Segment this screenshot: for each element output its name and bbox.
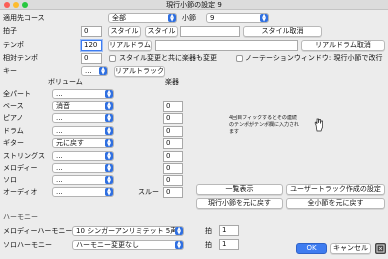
solo-beat-input[interactable]: 1 (219, 239, 239, 250)
measure-label: 小節 (182, 14, 196, 22)
melody-harmony-label: メロディーハーモニー (3, 227, 73, 235)
harmony-section-label: ハーモニー (3, 213, 38, 221)
part-volume-select[interactable]: ... ▲ ▼ (52, 113, 114, 123)
ok-button[interactable]: OK (296, 243, 327, 254)
time-sig-label: 拍子 (3, 27, 17, 35)
part-label: ドラム (3, 127, 24, 135)
realdrum-name-field (155, 40, 298, 51)
key-label: キー (3, 67, 17, 75)
time-sig-input[interactable]: 0 (81, 26, 102, 37)
relative-tempo-label: 相対テンポ (3, 54, 38, 62)
list-view-button[interactable]: 一覧表示 (196, 184, 283, 195)
cancel-button[interactable]: キャンセル (330, 243, 371, 254)
part-volume-select[interactable]: ... ▲ ▼ (52, 151, 114, 161)
key-select[interactable]: ... ▲ ▼ (81, 66, 108, 76)
part-instrument-input[interactable]: 0 (163, 175, 183, 186)
minimize-window-button[interactable] (13, 2, 19, 8)
style-change-checkbox[interactable] (109, 55, 116, 62)
reset-all-measures-button[interactable]: 全小節を元に戻す (286, 198, 385, 209)
notation-linebreak-label: ノーテーションウィンドウ: 現行小節で改行 (245, 54, 383, 62)
slur-input[interactable]: 0 (163, 187, 183, 198)
part-volume-select[interactable]: ... ▲ ▼ (52, 187, 114, 197)
part-label: メロディー (3, 164, 38, 172)
apply-course-select[interactable]: 全部 ▲ ▼ (108, 13, 177, 23)
style-cancel-button[interactable]: スタイル取消 (243, 26, 322, 37)
part-volume-select[interactable]: ... ▲ ▼ (52, 126, 114, 136)
part-volume-select[interactable]: 消音 ▲ ▼ (52, 101, 114, 111)
instrument-header: 楽器 (165, 78, 179, 86)
part-volume-select[interactable]: 元に戻す ▲ ▼ (52, 138, 114, 148)
tempo-input[interactable]: 120 (81, 40, 102, 51)
apply-course-label: 適用先コース (3, 14, 45, 22)
reset-current-measure-button[interactable]: 現行小節を元に戻す (196, 198, 283, 209)
title-bar: 現行小節の設定 9 (0, 0, 388, 10)
part-instrument-input[interactable]: 0 (163, 126, 183, 137)
help-icon[interactable] (375, 243, 386, 254)
part-label: ベース (3, 102, 24, 110)
part-instrument-input[interactable]: 0 (163, 138, 183, 149)
melody-beat-input[interactable]: 1 (219, 225, 239, 236)
close-window-button[interactable] (4, 2, 10, 8)
window-title: 現行小節の設定 9 (166, 1, 222, 9)
solo-beat-label: 拍 (205, 241, 212, 249)
realdrum-cancel-button[interactable]: リアルドラム取消 (301, 40, 385, 51)
hand-icon (314, 118, 324, 132)
style-name-field (180, 26, 240, 37)
zoom-window-button[interactable] (22, 2, 28, 8)
part-label: オーディオ (3, 188, 38, 196)
part-label: ギター (3, 139, 24, 147)
part-instrument-input[interactable]: 0 (163, 113, 183, 124)
part-instrument-input[interactable]: 0 (163, 163, 183, 174)
tempo-label: テンポ (3, 41, 24, 49)
part-label: 全パート (3, 90, 31, 98)
part-label: ソロ (3, 176, 17, 184)
realdrum-button[interactable]: リアルドラム (108, 40, 152, 51)
user-track-settings-button[interactable]: ユーザートラック作成の設定 (286, 184, 385, 195)
style-change-label: スタイル変更と共に楽器も変更 (119, 54, 217, 62)
style-button-1[interactable]: スタイル (108, 26, 141, 37)
part-label: ピアノ (3, 114, 24, 122)
style-button-2[interactable]: スタイル (145, 26, 178, 37)
notation-linebreak-checkbox[interactable] (236, 55, 243, 62)
melody-beat-label: 拍 (205, 227, 212, 235)
part-volume-select[interactable]: ... ▲ ▼ (52, 89, 114, 99)
volume-header: ボリューム (48, 78, 83, 86)
measure-select[interactable]: 9 ▲ ▼ (206, 13, 269, 23)
slur-label: スルー (138, 188, 159, 196)
part-label: ストリングス (3, 152, 45, 160)
solo-harmony-select[interactable]: ハーモニー変更なし ▲ ▼ (72, 240, 184, 250)
part-volume-select[interactable]: ... ▲ ▼ (52, 175, 114, 185)
relative-tempo-input[interactable]: 0 (81, 53, 102, 64)
part-volume-select[interactable]: ... ▲ ▼ (52, 163, 114, 173)
melody-harmony-select[interactable]: 10 シンガーアンリミテット 5声 ▲ ▼ (72, 226, 184, 236)
part-instrument-input[interactable]: 0 (163, 151, 183, 162)
tap-tempo-note: 4回目フィックするとその連続のテンポがテンポ欄に入力されます (229, 115, 299, 135)
part-instrument-input[interactable]: 0 (163, 101, 183, 112)
solo-harmony-label: ソロハーモニー (3, 241, 52, 249)
realtrack-button[interactable]: リアルトラック (114, 66, 165, 77)
